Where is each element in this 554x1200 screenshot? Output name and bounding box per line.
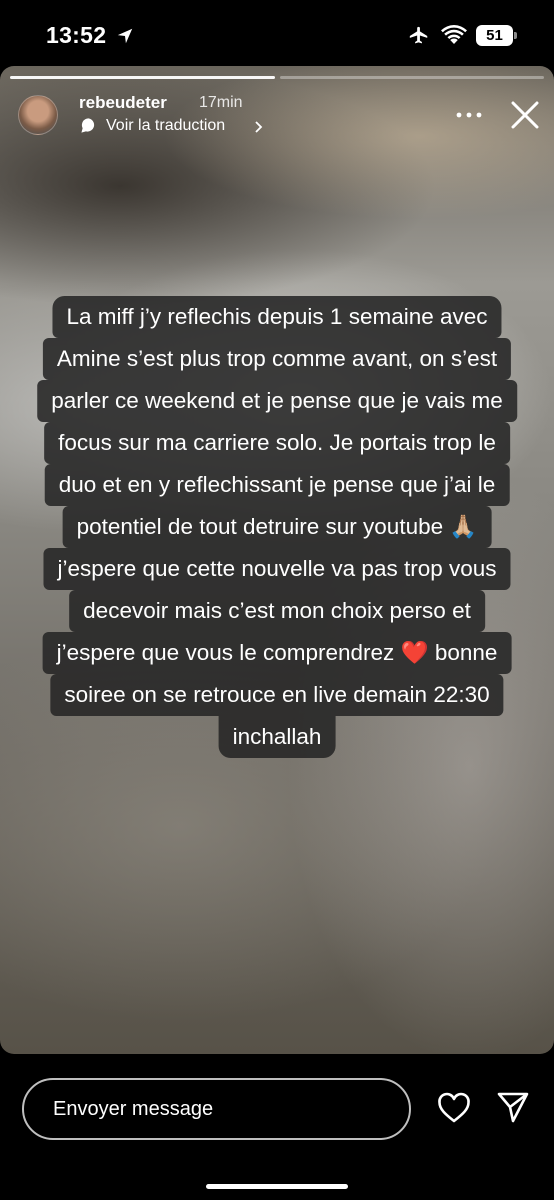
more-options-icon[interactable] xyxy=(456,111,482,119)
story-text-line: inchallah xyxy=(218,716,336,758)
speech-bubble-icon[interactable] xyxy=(80,117,97,134)
avatar[interactable] xyxy=(18,95,58,135)
story-text-line: Amine s’est plus trop comme avant, on s’… xyxy=(42,338,512,380)
send-icon[interactable] xyxy=(496,1090,530,1124)
story-text-line: La miff j’y reflechis depuis 1 semaine a… xyxy=(52,296,502,338)
location-arrow-icon xyxy=(117,28,133,44)
battery-level: 51 xyxy=(486,27,503,44)
wifi-icon xyxy=(441,25,467,44)
story-text-line: parler ce weekend et je pense que je vai… xyxy=(37,380,517,422)
story-text-line: potentiel de tout detruire sur youtube 🙏… xyxy=(62,506,492,548)
story-text-line: j’espere que cette nouvelle va pas trop … xyxy=(43,548,511,590)
story-progress-1 xyxy=(10,76,275,79)
story-progress-2 xyxy=(280,76,544,79)
send-message-input[interactable]: Envoyer message xyxy=(22,1078,411,1140)
message-placeholder: Envoyer message xyxy=(53,1097,214,1120)
battery-nub xyxy=(514,32,517,39)
story-text-line: j’espere que vous le comprendrez ❤️ bonn… xyxy=(42,632,512,674)
heart-icon[interactable] xyxy=(437,1092,471,1124)
close-icon[interactable] xyxy=(510,100,540,130)
story-text-line: decevoir mais c’est mon choix perso et xyxy=(69,590,485,632)
status-bar: 13:52 51 xyxy=(0,0,554,66)
story-time-ago: 17min xyxy=(199,94,243,111)
chevron-right-icon[interactable] xyxy=(254,121,264,133)
story-text-line: soiree on se retrouce en live demain 22:… xyxy=(50,674,504,716)
battery-icon: 51 xyxy=(476,25,513,46)
story-text-line: focus sur ma carriere solo. Je portais t… xyxy=(44,422,510,464)
home-indicator[interactable] xyxy=(206,1184,348,1189)
story-text-line: duo et en y reflechissant je pense que j… xyxy=(44,464,510,506)
see-translation-link[interactable]: Voir la traduction xyxy=(106,117,225,135)
airplane-icon xyxy=(409,26,428,44)
story-view[interactable]: rebeudeter 17min Voir la traduction La m… xyxy=(0,66,554,1054)
status-time: 13:52 xyxy=(46,22,107,48)
story-username[interactable]: rebeudeter xyxy=(79,93,167,113)
